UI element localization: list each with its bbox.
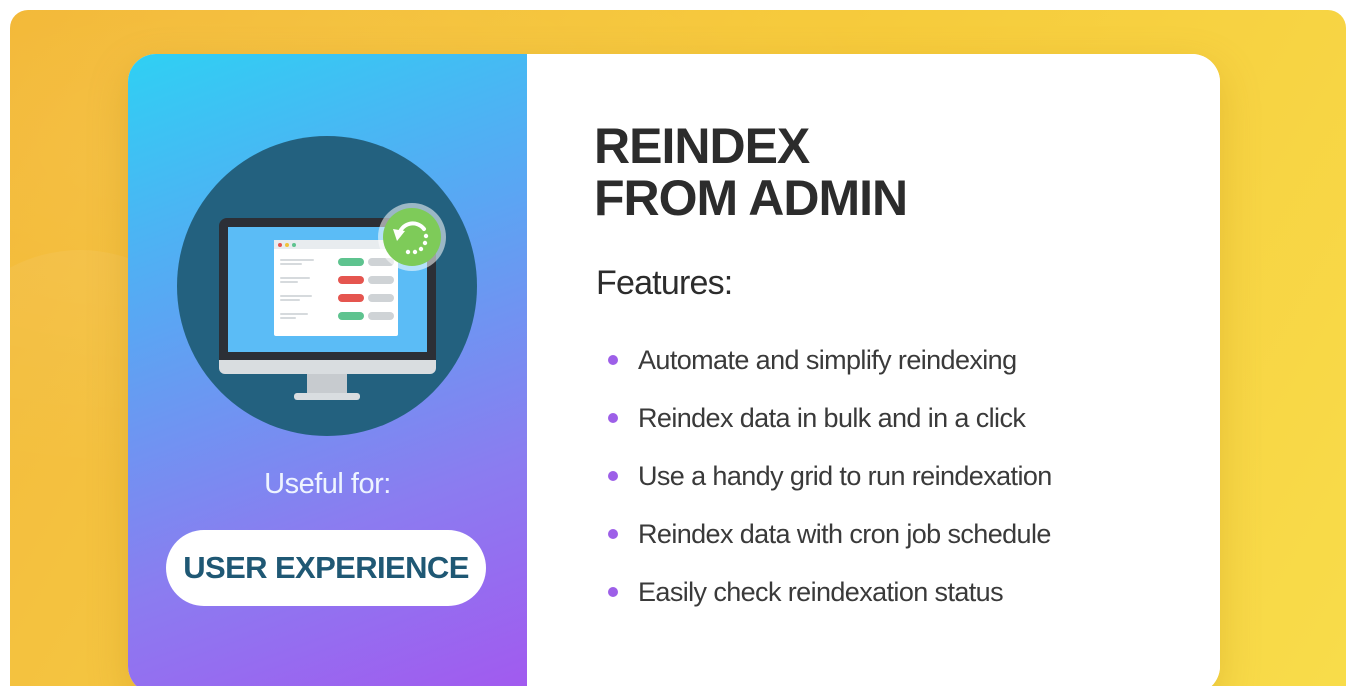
grey-pill — [368, 276, 394, 284]
useful-for-label: Useful for: — [264, 468, 391, 500]
user-experience-badge: USER EXPERIENCE — [166, 530, 486, 606]
feature-list: Automate and simplify reindexing Reindex… — [608, 344, 1052, 634]
right-content-panel: REINDEX FROM ADMIN Features: Automate an… — [527, 54, 1220, 686]
window-dot-icon — [278, 242, 282, 247]
list-item: Reindex data with cron job schedule — [608, 518, 1052, 576]
window-dot-icon — [292, 242, 296, 247]
window-row — [280, 294, 394, 302]
green-status-pill — [338, 258, 364, 266]
monitor-base — [294, 393, 360, 400]
bullet-icon — [608, 529, 618, 539]
monitor-stand — [307, 374, 347, 394]
feature-text: Reindex data with cron job schedule — [638, 519, 1051, 549]
list-item: Use a handy grid to run reindexation — [608, 460, 1052, 518]
bullet-icon — [608, 355, 618, 365]
features-heading: Features: — [596, 264, 733, 302]
grey-pill — [368, 294, 394, 302]
feature-text: Automate and simplify reindexing — [638, 345, 1017, 375]
feature-text: Use a handy grid to run reindexation — [638, 461, 1052, 491]
feature-text: Reindex data in bulk and in a click — [638, 403, 1026, 433]
feature-text: Easily check reindexation status — [638, 577, 1004, 607]
green-status-pill — [338, 312, 364, 320]
window-row — [280, 312, 394, 320]
monitor-chin — [219, 360, 436, 374]
window-dot-icon — [285, 242, 289, 247]
window-row — [280, 258, 394, 266]
left-gradient-panel: Useful for: USER EXPERIENCE — [128, 54, 527, 686]
grey-pill — [368, 312, 394, 320]
window-row — [280, 276, 394, 284]
refresh-icon — [378, 203, 446, 271]
bullet-icon — [608, 413, 618, 423]
title-line-2: FROM ADMIN — [594, 170, 908, 226]
title-line-1: REINDEX — [594, 118, 810, 174]
feature-card: Useful for: USER EXPERIENCE REINDEX FROM… — [128, 54, 1220, 686]
bullet-icon — [608, 471, 618, 481]
list-item: Easily check reindexation status — [608, 576, 1052, 634]
list-item: Reindex data in bulk and in a click — [608, 402, 1052, 460]
page-title: REINDEX FROM ADMIN — [594, 118, 908, 226]
red-status-pill — [338, 276, 364, 284]
bullet-icon — [608, 587, 618, 597]
red-status-pill — [338, 294, 364, 302]
user-experience-label: USER EXPERIENCE — [183, 550, 469, 585]
list-item: Automate and simplify reindexing — [608, 344, 1052, 402]
